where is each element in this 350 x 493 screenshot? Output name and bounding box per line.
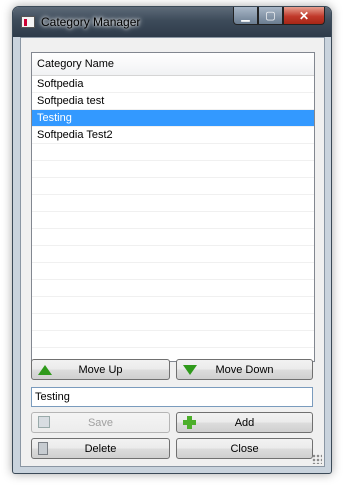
list-item[interactable]: Softpedia test: [32, 93, 314, 110]
delete-button[interactable]: Delete: [31, 438, 170, 459]
resize-grip[interactable]: [312, 454, 322, 464]
save-label: Save: [87, 416, 114, 429]
close-label: Close: [230, 442, 259, 455]
category-manager-window: Category Manager ▁ ▢ ✕ Category Name Sof…: [12, 6, 332, 474]
empty-row: [32, 229, 314, 246]
empty-row: [32, 263, 314, 280]
empty-row: [32, 195, 314, 212]
empty-row: [32, 280, 314, 297]
list-item-selected[interactable]: Testing: [32, 110, 314, 127]
minimize-button[interactable]: ▁: [233, 7, 258, 25]
minimize-icon: ▁: [241, 10, 250, 22]
empty-row: [32, 331, 314, 348]
maximize-icon: ▢: [265, 10, 276, 22]
move-down-label: Move Down: [215, 363, 274, 376]
maximize-button[interactable]: ▢: [258, 7, 283, 25]
add-button[interactable]: Add: [176, 412, 313, 433]
window-title: Category Manager: [41, 15, 141, 29]
save-button[interactable]: Save: [31, 412, 170, 433]
client-area: Category Name Softpedia Softpedia test T…: [20, 37, 325, 467]
empty-row: [32, 144, 314, 161]
empty-row: [32, 246, 314, 263]
empty-row: [32, 161, 314, 178]
app-icon[interactable]: [21, 16, 35, 28]
window-controls: ▁ ▢ ✕: [233, 7, 325, 25]
up-arrow-icon: [38, 365, 52, 375]
down-arrow-icon: [183, 365, 197, 375]
move-down-button[interactable]: Move Down: [176, 359, 313, 380]
empty-row: [32, 297, 314, 314]
close-button[interactable]: Close: [176, 438, 313, 459]
plus-icon: [183, 416, 196, 429]
add-label: Add: [234, 416, 255, 429]
empty-row: [32, 178, 314, 195]
floppy-disk-icon: [38, 416, 50, 428]
move-up-label: Move Up: [78, 363, 123, 376]
list-item[interactable]: Softpedia Test2: [32, 127, 314, 144]
delete-label: Delete: [84, 442, 117, 455]
category-list[interactable]: Category Name Softpedia Softpedia test T…: [31, 52, 315, 362]
column-header-category-name[interactable]: Category Name: [32, 53, 314, 76]
empty-row: [32, 314, 314, 331]
close-icon: ✕: [298, 8, 310, 23]
trash-icon: [38, 442, 48, 455]
close-window-button[interactable]: ✕: [283, 7, 325, 25]
category-name-input[interactable]: Testing: [31, 387, 313, 407]
move-up-button[interactable]: Move Up: [31, 359, 170, 380]
empty-row: [32, 212, 314, 229]
list-item[interactable]: Softpedia: [32, 76, 314, 93]
title-bar[interactable]: Category Manager ▁ ▢ ✕: [13, 7, 331, 37]
